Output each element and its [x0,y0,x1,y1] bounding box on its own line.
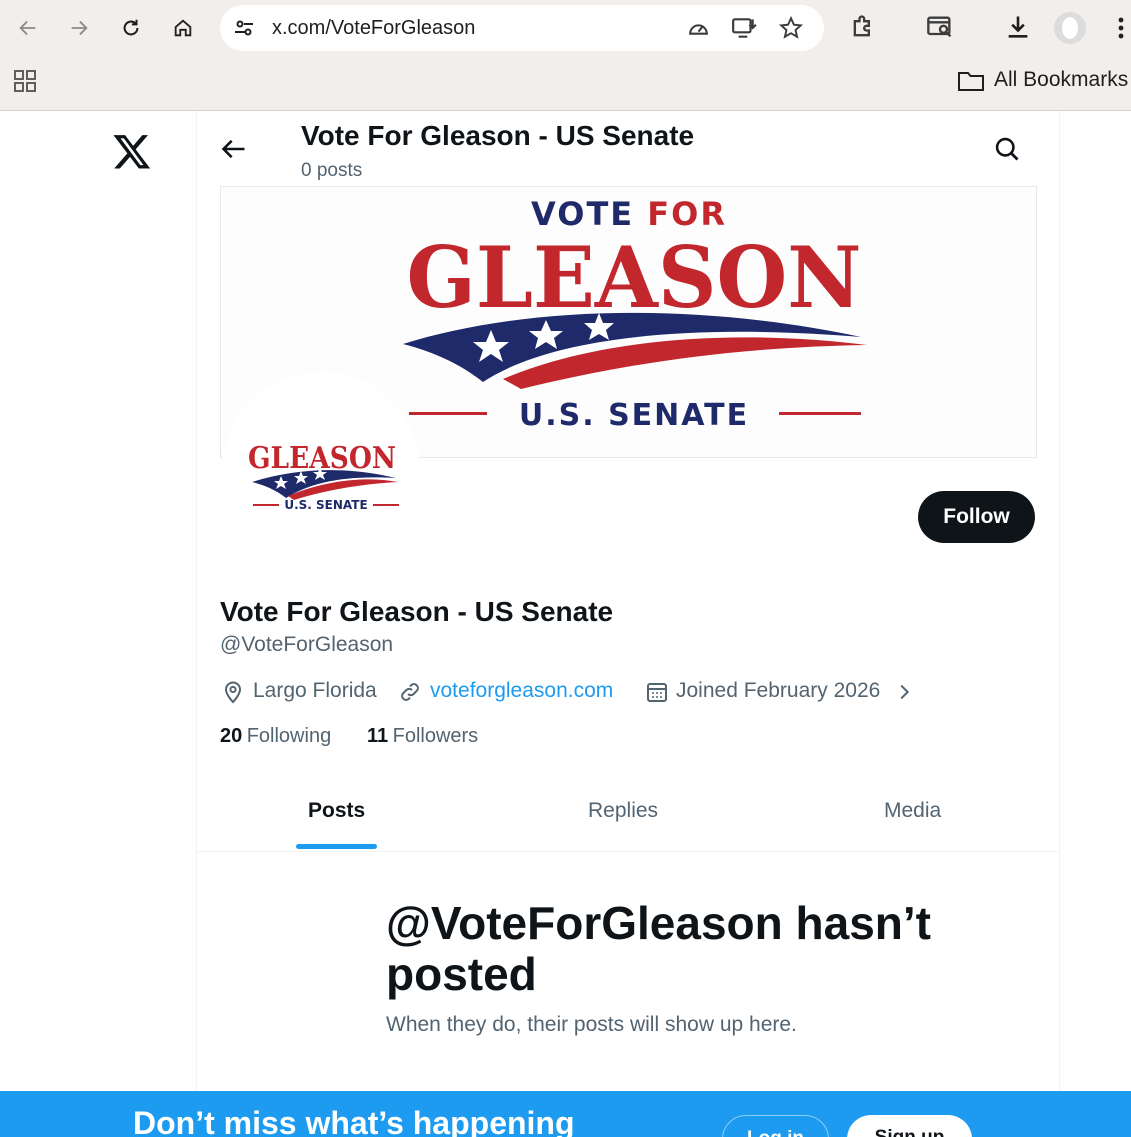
folder-icon [957,68,985,94]
calendar-icon [645,680,669,704]
profile-handle: @VoteForGleason [220,633,394,656]
search-tabs-icon[interactable] [926,13,954,41]
url-text[interactable]: x.com/VoteForGleason [272,17,475,40]
signup-button[interactable]: Sign up [847,1115,972,1137]
empty-state-subtitle: When they do, their posts will show up h… [386,1013,797,1036]
all-bookmarks-link[interactable]: All Bookmarks [994,68,1128,92]
search-icon[interactable] [993,135,1021,163]
back-arrow-icon[interactable] [220,135,248,163]
tabs-divider [197,851,1058,852]
link-icon [398,680,422,704]
header-post-count: 0 posts [301,160,363,181]
reload-icon[interactable] [114,11,148,45]
forward-arrow-icon[interactable] [62,11,96,45]
banner-gleason-text: GLEASON [407,228,862,327]
site-settings-icon[interactable] [232,16,256,40]
avatar-senate-text: U.S. SENATE [284,498,367,512]
signup-prompt-headline: Don’t miss what’s happening [133,1105,575,1137]
install-app-icon[interactable] [731,15,757,41]
profile-location: Largo Florida [253,679,377,702]
tab-posts[interactable]: Posts [308,799,365,823]
download-icon[interactable] [1004,13,1032,41]
followers-stat[interactable]: 11 Followers [367,725,478,748]
banner-senate-text: U.S. SENATE [519,398,749,433]
x-logo-icon[interactable] [112,131,152,171]
extensions-icon[interactable] [849,13,877,41]
bookmark-star-icon[interactable] [778,15,804,41]
followers-count: 11 [367,725,389,747]
empty-state-title: @VoteForGleason hasn’t posted [386,897,931,1000]
tab-media[interactable]: Media [884,799,941,823]
back-arrow-icon[interactable] [11,11,45,45]
login-button[interactable]: Log in [722,1115,829,1137]
signup-prompt-bar: Don’t miss what’s happening Log in Sign … [0,1091,1131,1137]
header-title: Vote For Gleason - US Senate [301,120,695,151]
profile-avatar[interactable]: GLEASON U.S. SENATE [222,372,420,570]
home-icon[interactable] [166,11,200,45]
performance-icon[interactable] [686,16,711,41]
chevron-right-icon[interactable] [893,680,915,704]
following-label: Following [246,725,332,747]
address-bar[interactable]: x.com/VoteForGleason [220,5,824,51]
profile-avatar-icon[interactable] [1054,12,1086,44]
following-stat[interactable]: 20 Following [220,725,331,748]
profile-website-link[interactable]: voteforgleason.com [430,679,613,703]
profile-display-name: Vote For Gleason - US Senate [220,596,614,627]
followers-label: Followers [392,725,479,747]
profile-joined-date: Joined February 2026 [676,679,881,702]
location-pin-icon [221,680,245,704]
tab-replies[interactable]: Replies [588,799,658,823]
menu-kebab-icon[interactable] [1110,14,1131,42]
tab-active-indicator [296,844,377,849]
left-rail [0,111,196,1137]
follow-button[interactable]: Follow [918,491,1035,543]
following-count: 20 [220,725,243,747]
apps-grid-icon[interactable] [13,69,37,93]
